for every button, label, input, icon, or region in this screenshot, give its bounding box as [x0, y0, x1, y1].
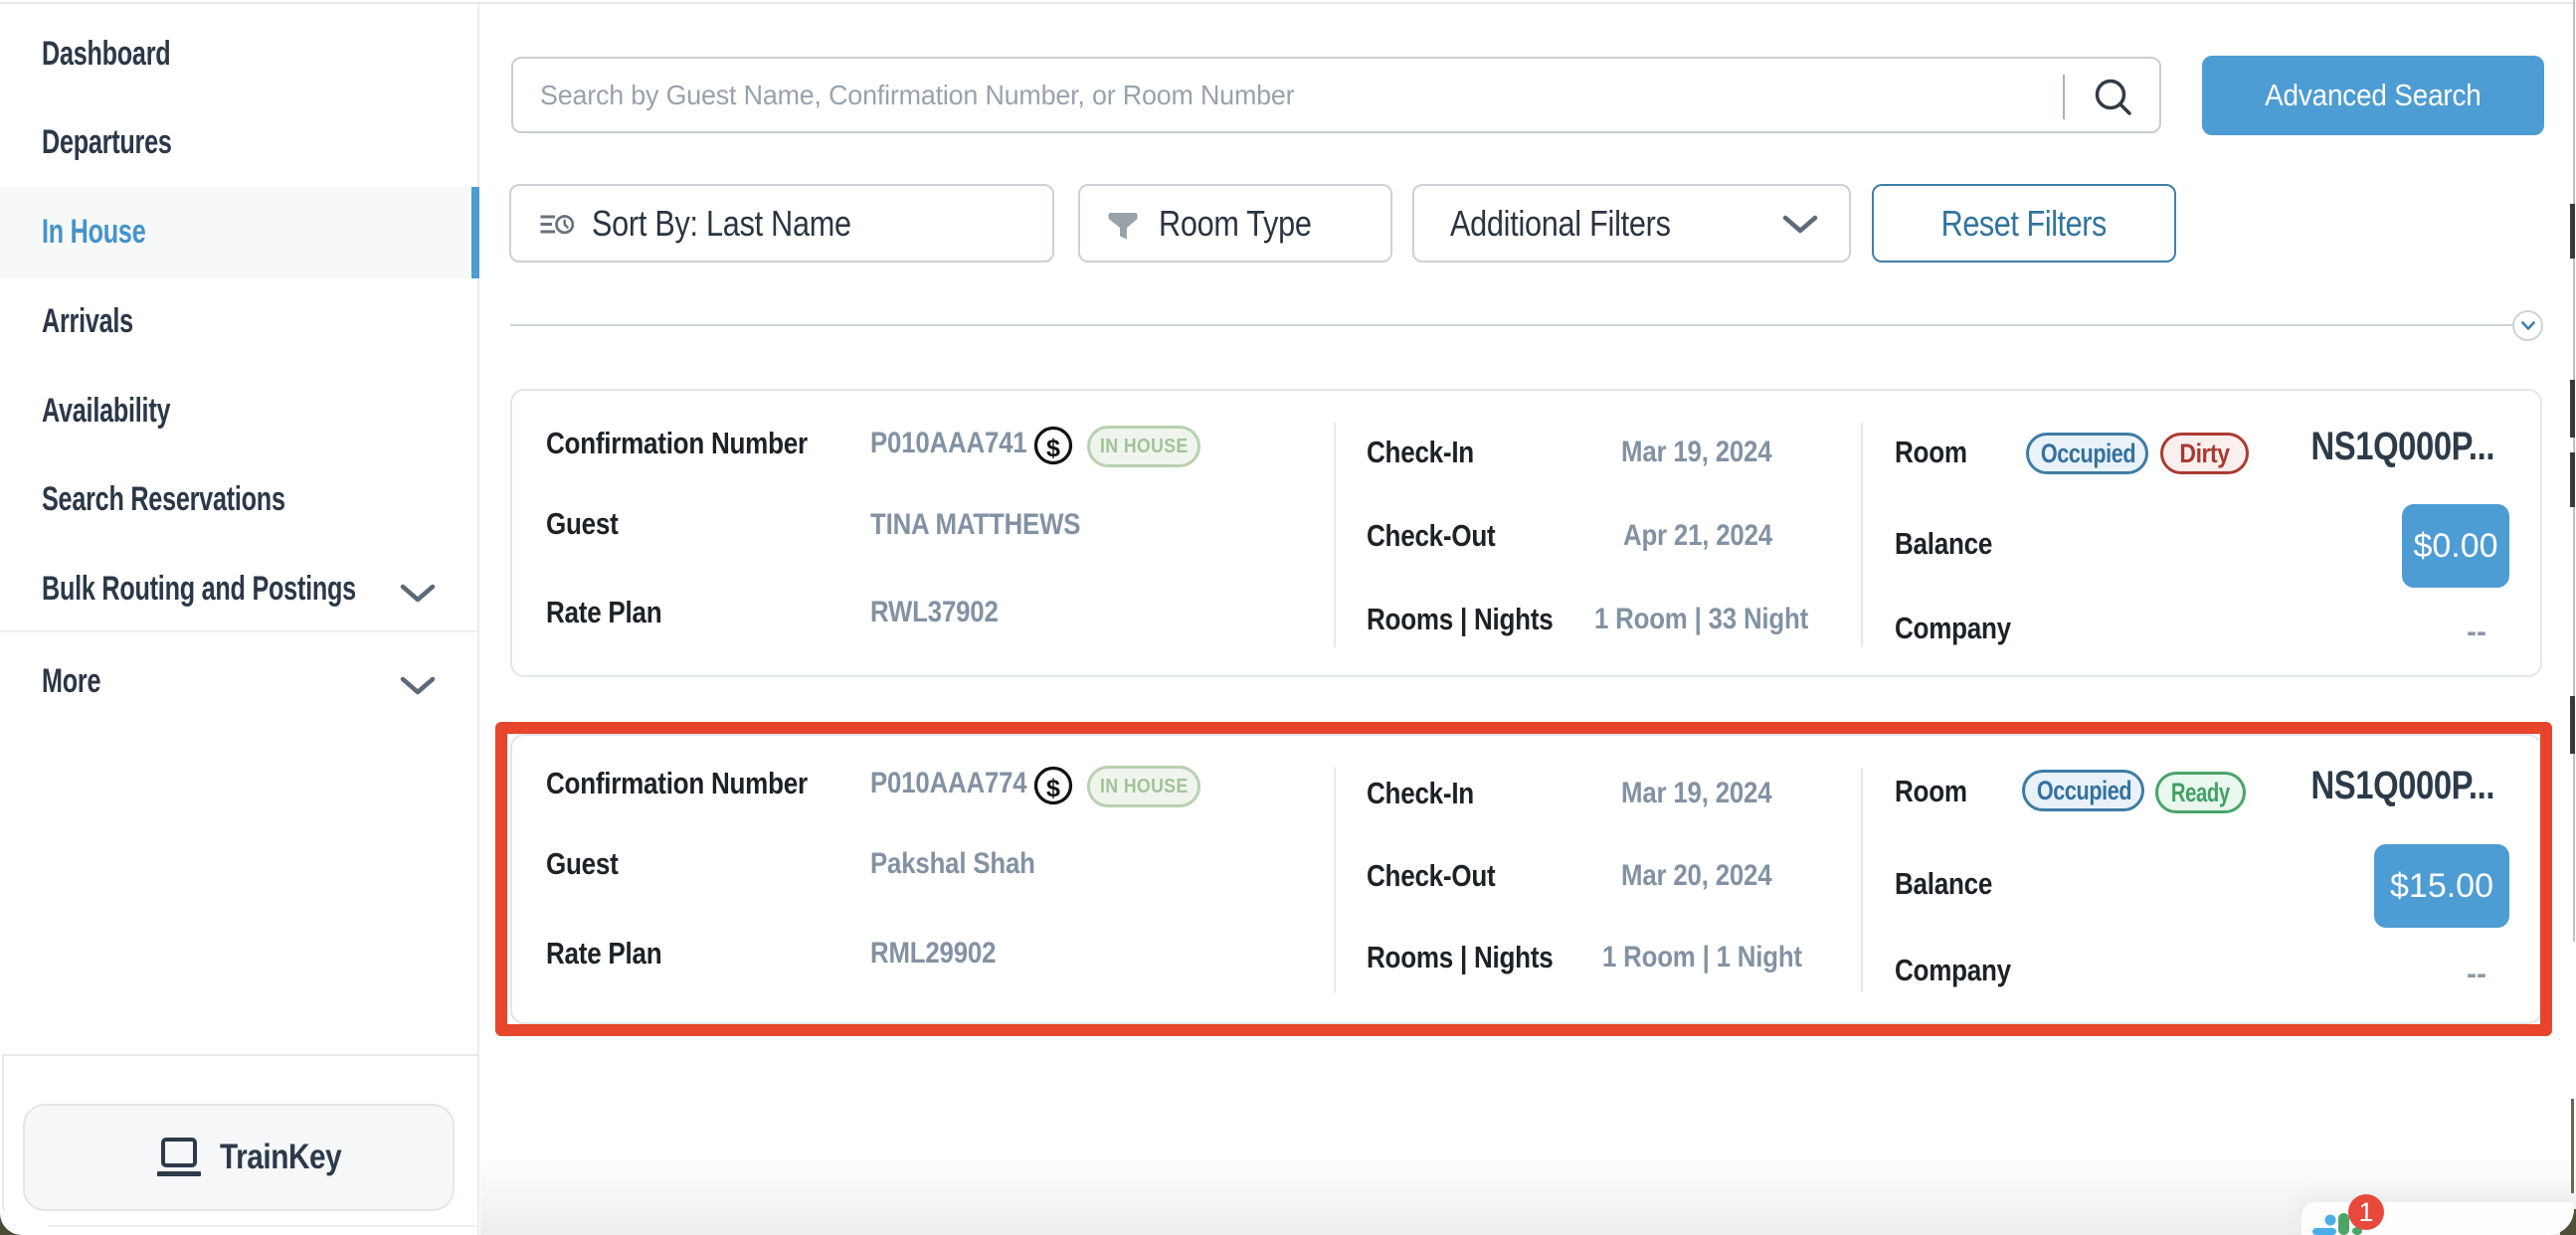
svg-text:$: $ [1046, 435, 1060, 462]
